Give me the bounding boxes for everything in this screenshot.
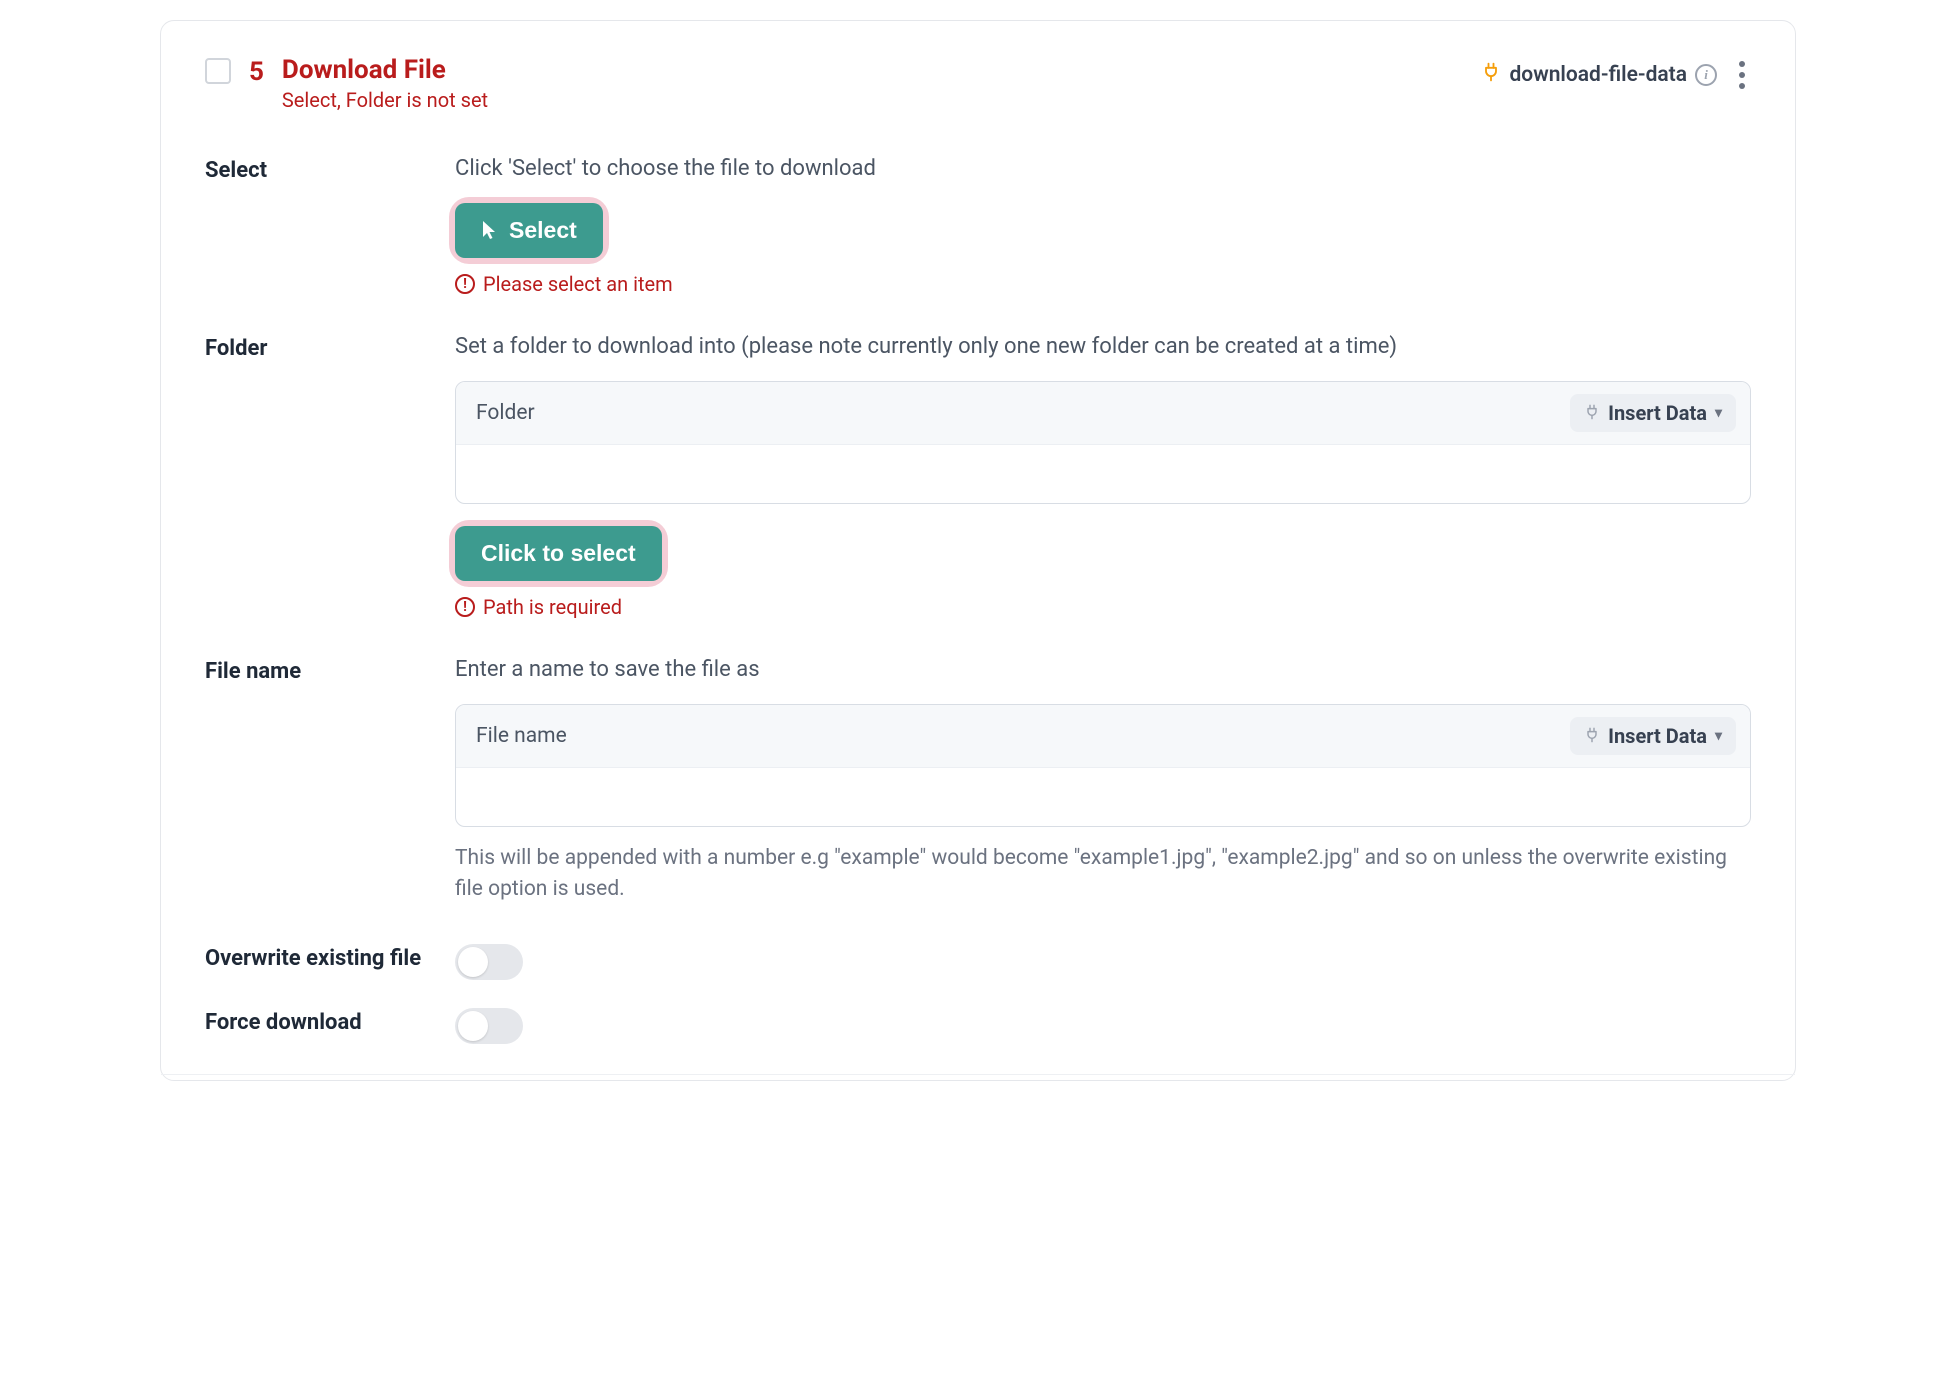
filename-input-box: File name Insert Data ▾ — [455, 704, 1751, 827]
header-left: 5 Download File Select, Folder is not se… — [205, 55, 488, 112]
card-footer-divider — [161, 1074, 1795, 1080]
filename-help: This will be appended with a number e.g … — [455, 843, 1751, 906]
field-row-folder: Folder Set a folder to download into (pl… — [205, 332, 1751, 619]
select-error: ! Please select an item — [455, 272, 1751, 296]
field-row-force: Force download — [205, 1006, 1751, 1044]
select-button-label: Select — [509, 217, 577, 244]
info-icon[interactable]: i — [1695, 64, 1717, 86]
label-force: Force download — [205, 1006, 455, 1038]
overwrite-toggle[interactable] — [455, 944, 523, 980]
field-row-filename: File name Enter a name to save the file … — [205, 655, 1751, 906]
force-download-toggle[interactable] — [455, 1008, 523, 1044]
select-error-text: Please select an item — [483, 272, 673, 296]
chevron-down-icon: ▾ — [1715, 405, 1722, 421]
field-row-select: Select Click 'Select' to choose the file… — [205, 154, 1751, 296]
folder-select-button-label: Click to select — [481, 540, 636, 567]
plug-icon — [1584, 724, 1600, 748]
step-subtitle: Select, Folder is not set — [282, 88, 488, 112]
filename-insert-data-button[interactable]: Insert Data ▾ — [1570, 717, 1736, 755]
alert-icon: ! — [455, 274, 475, 294]
card-header: 5 Download File Select, Folder is not se… — [205, 55, 1751, 112]
field-overwrite — [455, 942, 1751, 980]
folder-insert-data-button[interactable]: Insert Data ▾ — [1570, 394, 1736, 432]
folder-error: ! Path is required — [455, 595, 1751, 619]
step-card: 5 Download File Select, Folder is not se… — [160, 20, 1796, 1081]
plug-icon — [1584, 401, 1600, 425]
select-description: Click 'Select' to choose the file to dow… — [455, 154, 1751, 185]
filename-description: Enter a name to save the file as — [455, 655, 1751, 686]
field-row-overwrite: Overwrite existing file — [205, 942, 1751, 980]
folder-input-label: Folder — [476, 401, 535, 425]
filename-input-header: File name Insert Data ▾ — [456, 705, 1750, 768]
toggle-knob — [458, 1011, 488, 1041]
data-tag[interactable]: download-file-data i — [1481, 62, 1717, 88]
insert-data-label: Insert Data — [1608, 401, 1707, 425]
cursor-icon — [481, 220, 499, 240]
plug-icon — [1481, 62, 1501, 88]
insert-data-label: Insert Data — [1608, 724, 1707, 748]
title-block: Download File Select, Folder is not set — [282, 55, 488, 112]
step-title: Download File — [282, 55, 488, 86]
step-number: 5 — [249, 57, 264, 87]
field-force — [455, 1006, 1751, 1044]
step-checkbox[interactable] — [205, 58, 231, 84]
label-overwrite: Overwrite existing file — [205, 942, 455, 974]
folder-input[interactable] — [456, 445, 1750, 503]
folder-description: Set a folder to download into (please no… — [455, 332, 1751, 363]
filename-input-label: File name — [476, 724, 567, 748]
select-button[interactable]: Select — [455, 203, 603, 258]
field-folder: Set a folder to download into (please no… — [455, 332, 1751, 619]
filename-input[interactable] — [456, 768, 1750, 826]
alert-icon: ! — [455, 597, 475, 617]
label-filename: File name — [205, 655, 455, 687]
toggle-knob — [458, 947, 488, 977]
folder-error-text: Path is required — [483, 595, 622, 619]
label-select: Select — [205, 154, 455, 186]
folder-input-box: Folder Insert Data ▾ — [455, 381, 1751, 504]
chevron-down-icon: ▾ — [1715, 728, 1722, 744]
folder-select-button[interactable]: Click to select — [455, 526, 662, 581]
data-tag-label: download-file-data — [1509, 63, 1687, 87]
header-right: download-file-data i — [1481, 55, 1751, 95]
label-folder: Folder — [205, 332, 455, 364]
field-select: Click 'Select' to choose the file to dow… — [455, 154, 1751, 296]
field-filename: Enter a name to save the file as File na… — [455, 655, 1751, 906]
more-menu-button[interactable] — [1733, 55, 1751, 95]
folder-input-header: Folder Insert Data ▾ — [456, 382, 1750, 445]
